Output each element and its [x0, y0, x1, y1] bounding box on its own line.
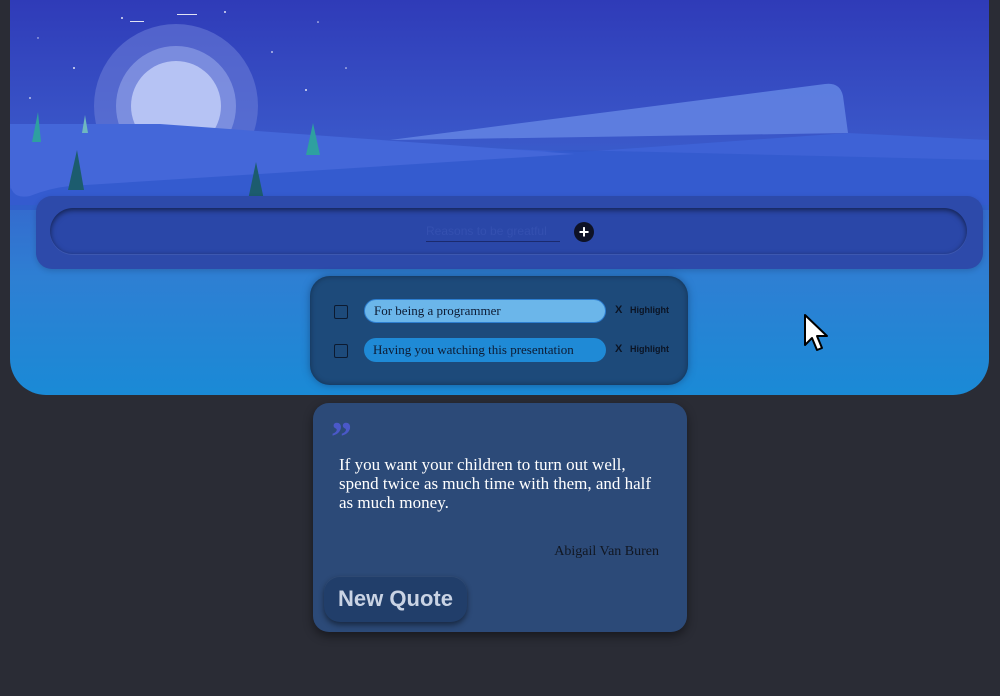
remove-todo-button[interactable]: X	[615, 304, 622, 316]
reasons-list: For being a programmer X Highlight Havin…	[310, 276, 688, 385]
quote-card: ” If you want your children to turn out …	[313, 403, 687, 632]
quote-mark-icon: ”	[331, 415, 352, 461]
todo-text[interactable]: For being a programmer	[364, 299, 606, 323]
hero-banner: + For being a programmer X Highlight Hav…	[10, 0, 989, 395]
mouse-pointer-icon	[804, 314, 828, 351]
todo-checkbox[interactable]	[334, 305, 348, 319]
add-reason-button[interactable]: +	[574, 222, 594, 242]
quote-author: Abigail Van Buren	[554, 544, 659, 559]
todo-checkbox[interactable]	[334, 344, 348, 358]
highlight-button[interactable]: Highlight	[630, 305, 669, 315]
list-item: Having you watching this presentation X …	[310, 338, 688, 364]
reason-input-bar: +	[36, 196, 983, 269]
list-item: For being a programmer X Highlight	[310, 299, 688, 325]
quote-text: If you want your children to turn out we…	[339, 455, 652, 512]
todo-text[interactable]: Having you watching this presentation	[364, 338, 606, 362]
remove-todo-button[interactable]: X	[615, 343, 622, 355]
plus-circle-icon: +	[578, 222, 590, 242]
highlight-button[interactable]: Highlight	[630, 344, 669, 354]
reason-input[interactable]	[426, 221, 560, 242]
new-quote-button[interactable]: New Quote	[324, 576, 467, 622]
reason-input-well: +	[50, 208, 967, 254]
